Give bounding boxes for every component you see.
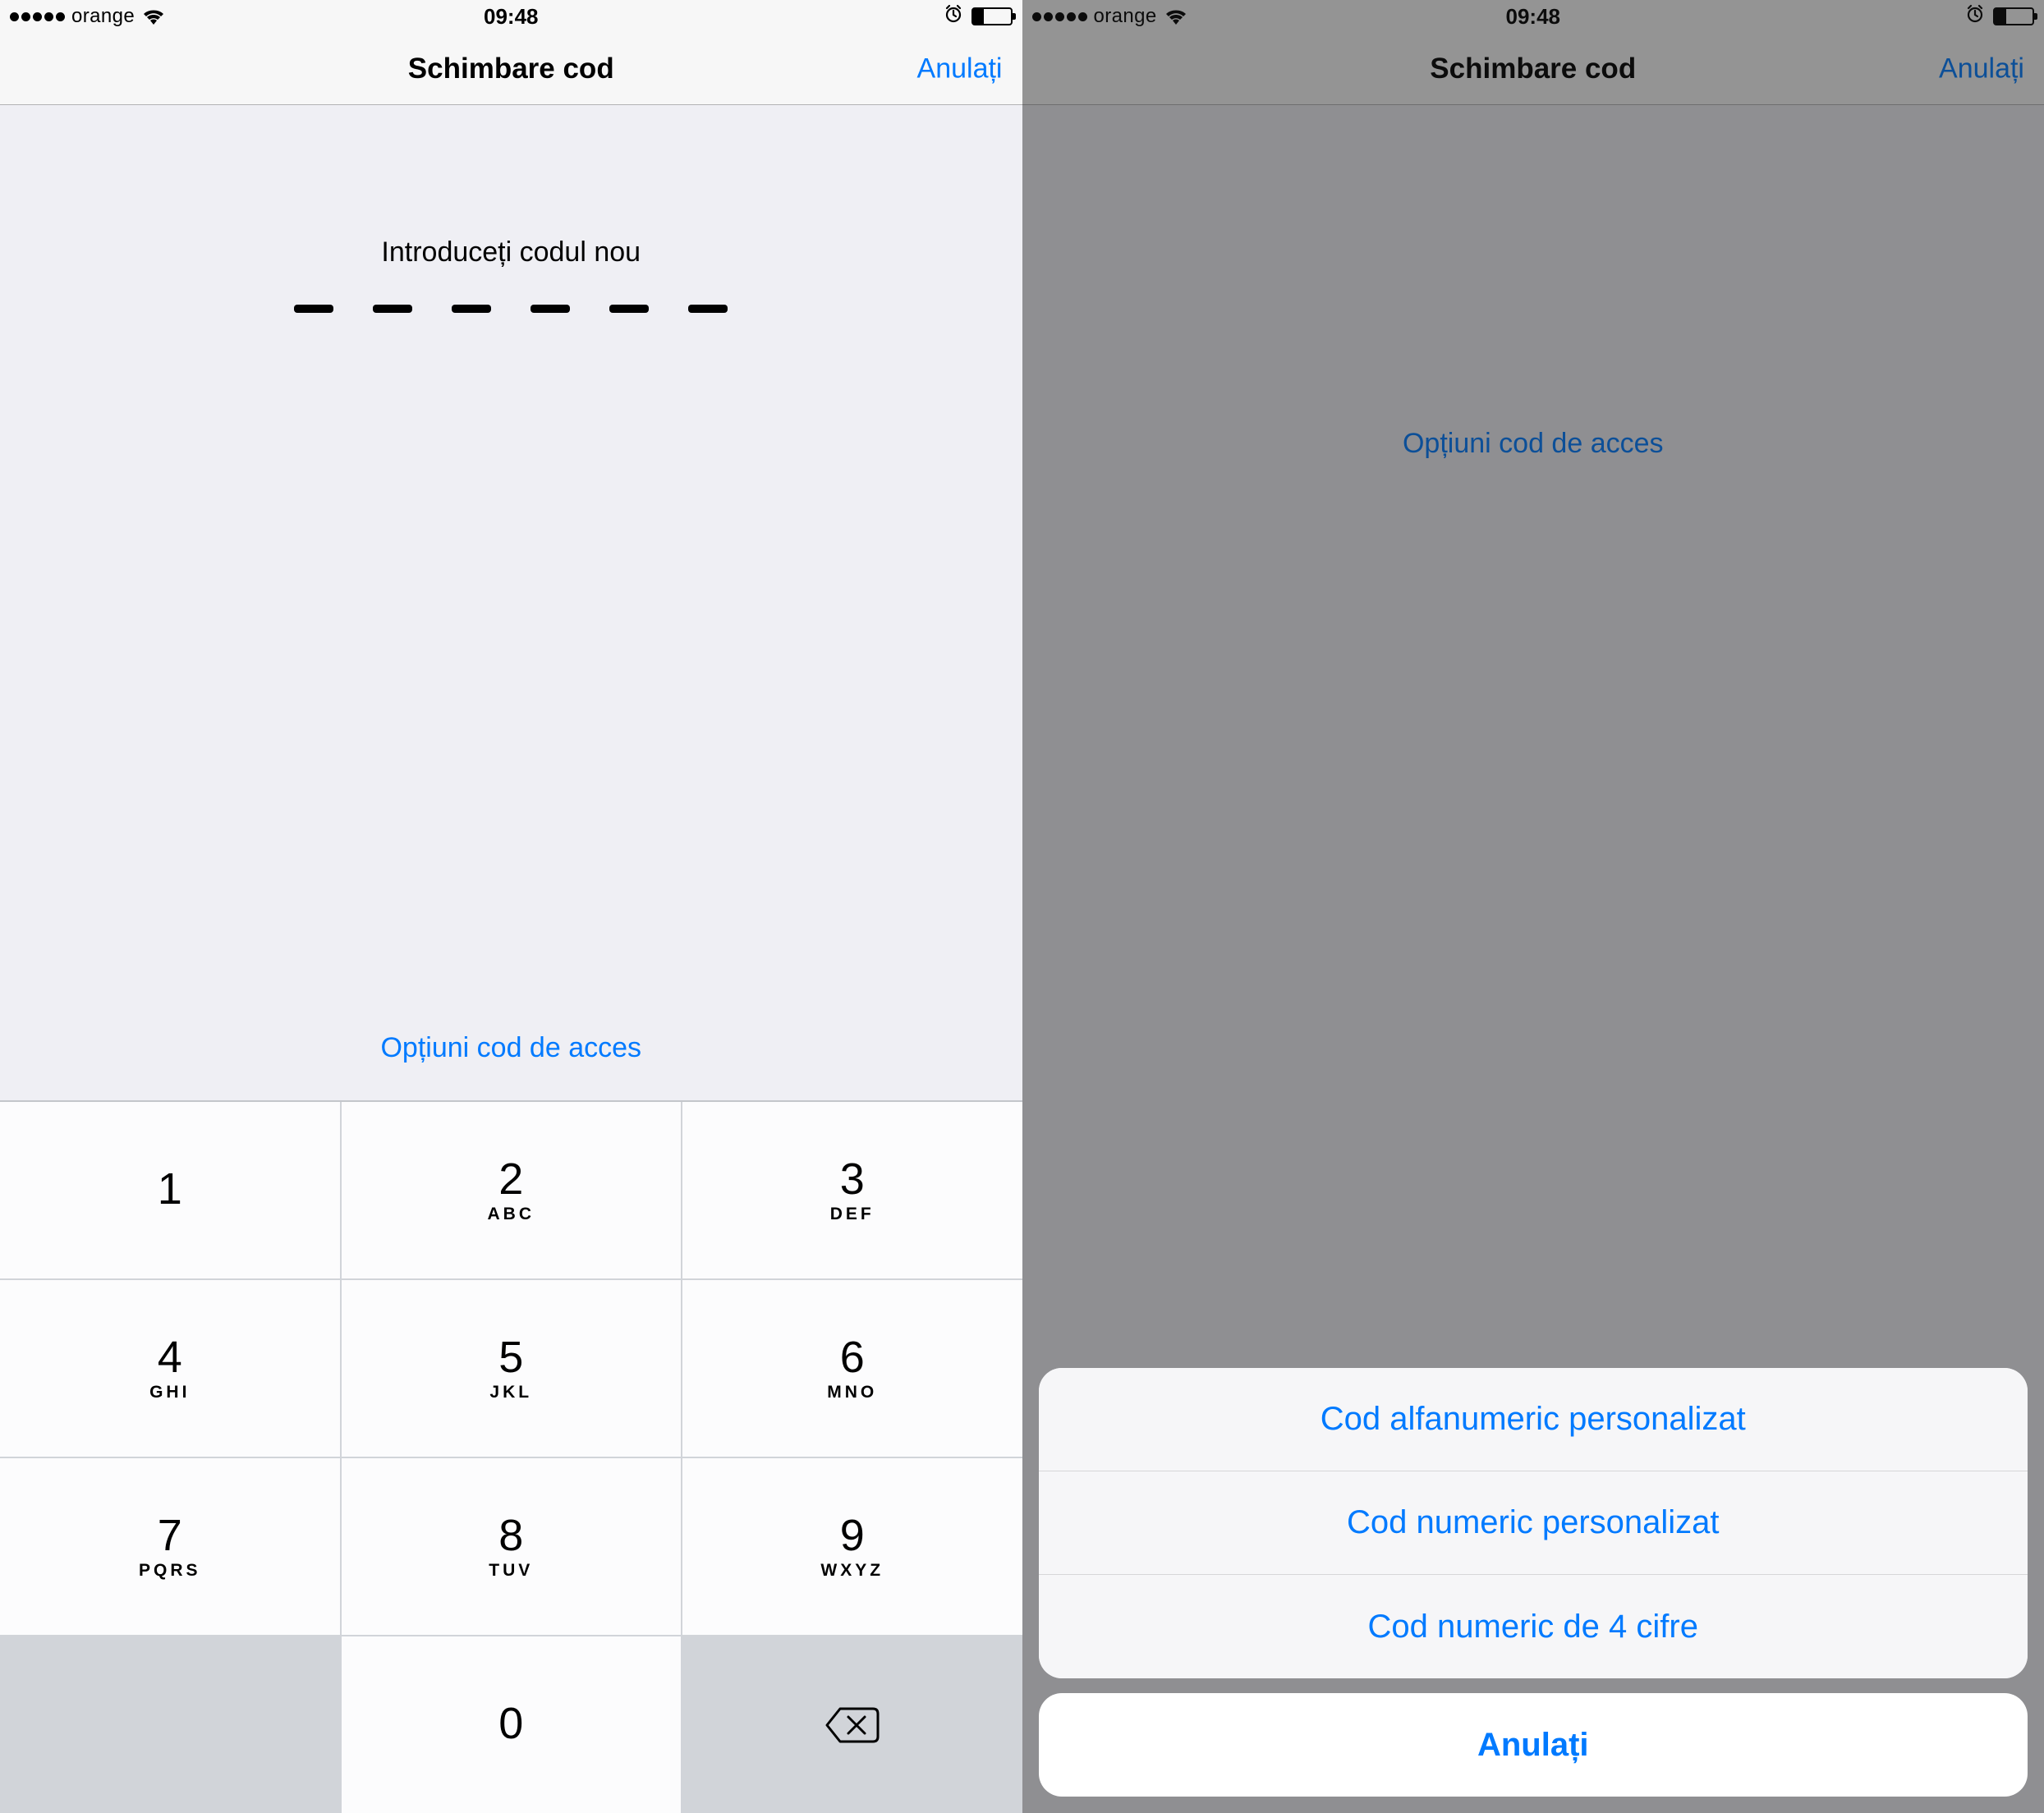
key-letters: TUV [489, 1561, 533, 1581]
content-area: Introduceți codul nou Opțiuni cod de acc… [0, 105, 1022, 1100]
status-bar: orange 09:48 [0, 0, 1022, 33]
key-8[interactable]: 8 TUV [342, 1458, 682, 1635]
key-number: 8 [498, 1513, 523, 1558]
key-5[interactable]: 5 JKL [342, 1280, 682, 1457]
key-number: 4 [158, 1335, 182, 1379]
passcode-prompt: Introduceți codul nou [381, 236, 641, 269]
key-2[interactable]: 2 ABC [342, 1102, 682, 1278]
status-left: orange [10, 5, 166, 28]
passcode-dashes [294, 305, 728, 313]
nav-title: Schimbare cod [408, 53, 614, 85]
key-3[interactable]: 3 DEF [682, 1102, 1022, 1278]
key-6[interactable]: 6 MNO [682, 1280, 1022, 1457]
passcode-options-link[interactable]: Opțiuni cod de acces [380, 1032, 641, 1064]
key-number: 9 [840, 1513, 865, 1558]
key-letters: WXYZ [820, 1561, 884, 1581]
key-number: 6 [840, 1335, 865, 1379]
key-9[interactable]: 9 WXYZ [682, 1458, 1022, 1635]
key-letters: JKL [489, 1383, 532, 1402]
key-letters: GHI [149, 1383, 190, 1402]
key-number: 1 [158, 1167, 182, 1211]
key-letters: ABC [488, 1205, 535, 1224]
key-7[interactable]: 7 PQRS [0, 1458, 340, 1635]
key-number: 7 [158, 1513, 182, 1558]
status-time: 09:48 [484, 4, 539, 30]
key-1[interactable]: 1 [0, 1102, 340, 1278]
number-keypad: 1 2 ABC 3 DEF 4 GHI 5 JKL 6 MNO [0, 1100, 1022, 1813]
signal-dots-icon [10, 12, 65, 21]
key-letters: DEF [830, 1205, 875, 1224]
key-blank [0, 1636, 340, 1813]
dash [452, 305, 491, 313]
key-letters: PQRS [139, 1561, 201, 1581]
dash [373, 305, 412, 313]
wifi-icon [141, 7, 166, 25]
dash [609, 305, 649, 313]
phone-left: orange 09:48 Schimbare cod Anulați Intro… [0, 0, 1022, 1813]
nav-bar: Schimbare cod Anulați [0, 33, 1022, 105]
action-sheet-group: Cod alfanumeric personalizat Cod numeric… [1039, 1368, 2028, 1678]
action-sheet: Cod alfanumeric personalizat Cod numeric… [1039, 1368, 2028, 1797]
key-number: 0 [498, 1701, 523, 1746]
dash [531, 305, 570, 313]
key-4[interactable]: 4 GHI [0, 1280, 340, 1457]
option-custom-numeric[interactable]: Cod numeric personalizat [1039, 1471, 2028, 1575]
key-0[interactable]: 0 [342, 1636, 682, 1813]
phone-right: orange 09:48 Schimbare cod Anulați Intro… [1022, 0, 2044, 1813]
dash [688, 305, 728, 313]
option-alphanumeric[interactable]: Cod alfanumeric personalizat [1039, 1368, 2028, 1471]
battery-icon [971, 7, 1013, 25]
backspace-icon [824, 1705, 881, 1745]
carrier-label: orange [71, 5, 135, 28]
dash [294, 305, 333, 313]
key-letters: MNO [827, 1383, 877, 1402]
key-number: 5 [498, 1335, 523, 1379]
cancel-button[interactable]: Anulați [917, 53, 1003, 85]
action-sheet-cancel[interactable]: Anulați [1039, 1693, 2028, 1797]
key-number: 2 [498, 1157, 523, 1201]
alarm-icon [944, 4, 963, 30]
status-right [944, 4, 1013, 30]
key-number: 3 [840, 1157, 865, 1201]
key-backspace[interactable] [682, 1636, 1022, 1813]
option-4-digit[interactable]: Cod numeric de 4 cifre [1039, 1575, 2028, 1678]
